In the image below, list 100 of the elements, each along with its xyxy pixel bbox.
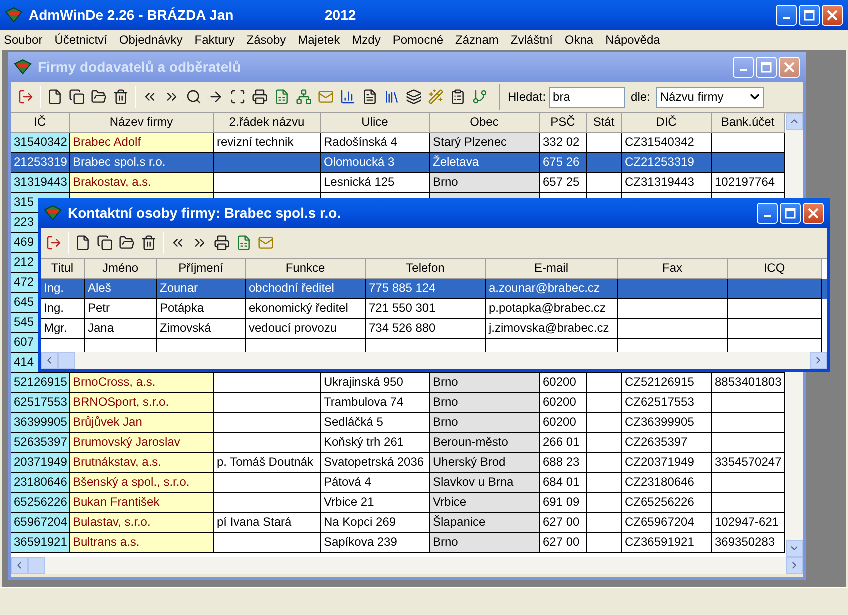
table-row[interactable]: Ing. Aleš Zounar obchodní ředitel 775 885 124 a.zounar@brabec.cz bbox=[41, 279, 827, 299]
column-header[interactable]: ICQ bbox=[728, 259, 822, 279]
sort-dropdown[interactable]: Názvu firmy bbox=[656, 86, 764, 108]
column-header[interactable]: 2.řádek názvu bbox=[214, 113, 321, 133]
close-button[interactable] bbox=[779, 56, 800, 78]
column-header[interactable]: Bank.účet bbox=[712, 113, 785, 133]
table-row[interactable]: 52126915 BrnoCross, a.s. Ukrajinská 950 Brno 60200 CZ52126915 8853401803 bbox=[11, 373, 786, 393]
menu-item[interactable]: Účetnictví bbox=[54, 31, 108, 49]
menu-item[interactable]: Zvláštní bbox=[510, 31, 553, 49]
table-cell: Na Kopci 269 bbox=[324, 515, 396, 529]
table-cell: Ing. bbox=[44, 281, 64, 295]
horizontal-scrollbar[interactable] bbox=[11, 557, 803, 574]
maximize-button[interactable] bbox=[780, 202, 801, 224]
maximize-button[interactable] bbox=[756, 56, 777, 78]
table-row[interactable]: 65256226 Bukan František Vrbice 21 Vrbice 691 09 CZ65256226 bbox=[11, 493, 786, 513]
table-cell: Brakostav, a.s. bbox=[73, 175, 152, 189]
close-button[interactable] bbox=[803, 202, 824, 224]
table-row[interactable]: 36591921 Bultrans a.s. Sapíkova 239 Brno 627 00 CZ36591921 369350283 bbox=[11, 533, 786, 553]
table-cell: p.potapka@brabec.cz bbox=[489, 301, 606, 315]
table-cell: 36399905 bbox=[14, 415, 68, 429]
search-label: Hledat: bbox=[508, 89, 546, 106]
menu-item[interactable]: Soubor bbox=[4, 31, 43, 49]
table-cell: vedoucí provozu bbox=[249, 321, 338, 335]
scrollbar-thumb[interactable] bbox=[58, 352, 75, 369]
column-header[interactable]: Příjmení bbox=[157, 259, 246, 279]
minimize-button[interactable] bbox=[733, 56, 754, 78]
table-cell: CZ36591921 bbox=[625, 535, 694, 549]
minimize-button[interactable] bbox=[757, 202, 778, 224]
column-header[interactable]: Telefon bbox=[366, 259, 486, 279]
menu-item[interactable]: Faktury bbox=[194, 31, 235, 49]
table-cell: p. Tomáš Doutnák bbox=[217, 455, 314, 469]
column-header[interactable]: Obec bbox=[430, 113, 540, 133]
table-cell: BRNOSport, s.r.o. bbox=[73, 395, 170, 409]
table-cell: Brno bbox=[433, 375, 458, 389]
table-row[interactable]: 20371949 Brutnákstav, a.s. p. Tomáš Doutnák Svatopetrská 2036 Uherský Brod 688 23 CZ20371949 3354570247 bbox=[11, 453, 786, 473]
table-cell: ekonomický ředitel bbox=[249, 301, 348, 315]
menu-item[interactable]: Mzdy bbox=[352, 31, 381, 49]
maximize-icon bbox=[761, 62, 772, 72]
table-cell: Vrbice 21 bbox=[324, 495, 374, 509]
close-icon bbox=[808, 208, 819, 218]
menu-item[interactable]: Zásoby bbox=[246, 31, 286, 49]
table-row[interactable]: 21253319 Brabec spol.s r.o. Olomoucká 3 Želetava 675 26 CZ21253319 bbox=[11, 153, 786, 173]
menu-item[interactable]: Pomocné bbox=[392, 31, 444, 49]
table-cell: Sedláčká 5 bbox=[324, 415, 384, 429]
table-cell: Uherský Brod bbox=[433, 455, 506, 469]
column-header[interactable]: E-mail bbox=[486, 259, 618, 279]
scrollbar-thumb[interactable] bbox=[28, 557, 45, 574]
column-header[interactable]: Název firmy bbox=[70, 113, 214, 133]
table-cell: CZ23180646 bbox=[625, 475, 694, 489]
sort-label: dle: bbox=[631, 89, 650, 106]
table-row[interactable]: 31540342 Brabec Adolf revizní technik Radošínská 4 Starý Plzenec 332 02 CZ31540342 bbox=[11, 133, 786, 153]
table-cell: Bulastav, s.r.o. bbox=[73, 515, 151, 529]
column-header[interactable]: Titul bbox=[41, 259, 85, 279]
column-header[interactable]: Funkce bbox=[246, 259, 366, 279]
column-header[interactable]: PSČ bbox=[540, 113, 587, 133]
table-cell: Želetava bbox=[433, 155, 480, 169]
column-header[interactable]: Stát bbox=[587, 113, 622, 133]
column-header[interactable]: Jméno bbox=[85, 259, 157, 279]
column-header[interactable]: DIČ bbox=[622, 113, 712, 133]
table-cell: 414 bbox=[14, 355, 34, 369]
maximize-button[interactable] bbox=[799, 4, 820, 26]
table-cell: Brno bbox=[433, 415, 458, 429]
close-button[interactable] bbox=[822, 4, 843, 26]
horizontal-scrollbar[interactable] bbox=[41, 352, 827, 369]
menu-item[interactable]: Objednávky bbox=[119, 31, 183, 49]
search-field[interactable]: bra bbox=[549, 86, 626, 108]
menu-item[interactable]: Majetek bbox=[298, 31, 340, 49]
table-cell: CZ2635397 bbox=[625, 435, 688, 449]
table-row[interactable]: 62517553 BRNOSport, s.r.o. Trambulova 74 Brno 60200 CZ62517553 bbox=[11, 393, 786, 413]
table-row[interactable]: 65967204 Bulastav, s.r.o. pí Ivana Stará Na Kopci 269 Šlapanice 627 00 CZ65967204 102947-621 bbox=[11, 513, 786, 533]
table-row[interactable]: 23180646 Bšenský a spol., s.r.o. Pátová 4 Slavkov u Brna 684 01 CZ23180646 bbox=[11, 473, 786, 493]
table-cell: a.zounar@brabec.cz bbox=[489, 281, 600, 295]
column-header[interactable]: Fax bbox=[618, 259, 728, 279]
table-cell: 691 09 bbox=[543, 495, 580, 509]
column-header[interactable]: IČ bbox=[11, 113, 70, 133]
table-cell: 212 bbox=[14, 255, 34, 269]
table-cell: 60200 bbox=[543, 395, 576, 409]
table-cell: CZ31319443 bbox=[625, 175, 694, 189]
table-cell: 369350283 bbox=[715, 535, 776, 549]
menu-item[interactable]: Okna bbox=[564, 31, 594, 49]
table-cell: Brno bbox=[433, 175, 458, 189]
window-title: AdmWinDe 2.26 - BRÁZDA Jan bbox=[29, 6, 235, 24]
scroll-up-button[interactable] bbox=[786, 113, 803, 130]
table-cell: 60200 bbox=[543, 415, 576, 429]
table-row[interactable]: 52635397 Brumovský Jaroslav Koňský trh 261 Beroun-město 266 01 CZ2635397 bbox=[11, 433, 786, 453]
minimize-button[interactable] bbox=[776, 4, 797, 26]
maximize-icon bbox=[804, 10, 815, 20]
table-cell: Radošínská 4 bbox=[324, 135, 398, 149]
table-cell: 684 01 bbox=[543, 475, 580, 489]
table-cell: 607 bbox=[14, 335, 34, 349]
table-cell: Šlapanice bbox=[433, 515, 486, 529]
table-row[interactable]: 31319443 Brakostav, a.s. Lesnická 125 Brno 657 25 CZ31319443 102197764 bbox=[11, 173, 786, 193]
table-cell: Pátová 4 bbox=[324, 475, 372, 489]
menu-item[interactable]: Nápověda bbox=[606, 31, 660, 49]
column-header[interactable]: Ulice bbox=[321, 113, 430, 133]
table-cell: Brabec spol.s r.o. bbox=[73, 155, 166, 169]
table-cell: 62517553 bbox=[14, 395, 68, 409]
table-row[interactable]: 36399905 Brůjůvek Jan Sedláčká 5 Brno 60200 CZ36399905 bbox=[11, 413, 786, 433]
table-cell: 102947-621 bbox=[715, 515, 780, 529]
menu-item[interactable]: Záznam bbox=[456, 31, 499, 49]
